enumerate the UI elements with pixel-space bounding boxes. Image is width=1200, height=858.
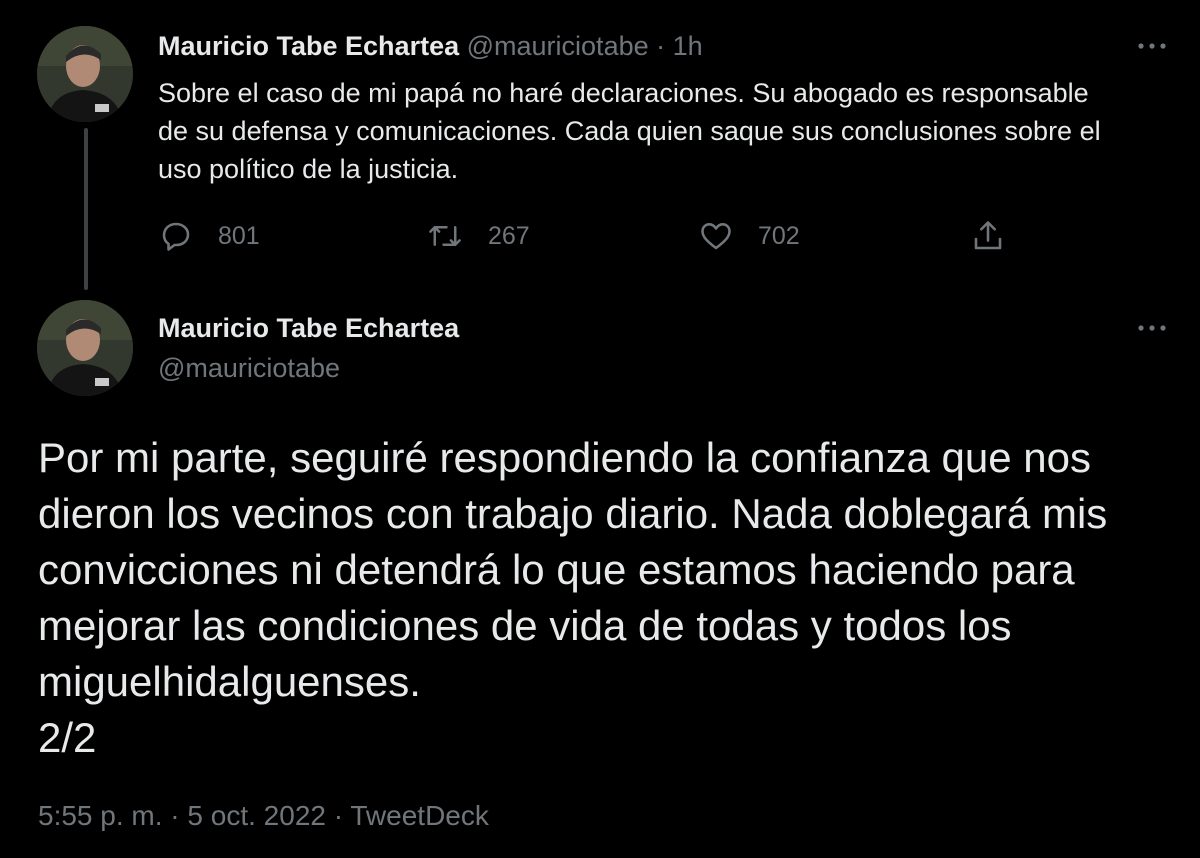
tweet2-text: Por mi parte, seguiré respondiendo la co… [38,430,1178,766]
more-horizontal-icon [1138,325,1166,331]
tweet1-text: Sobre el caso de mi papá no haré declara… [158,78,1101,184]
reply-button[interactable]: 801 [158,214,260,258]
like-count: 702 [758,221,800,250]
tweet-text: Por mi parte, seguiré respondiendo la co… [38,434,1108,705]
tweet-meta: 5:55 p. m. · 5 oct. 2022 · TweetDeck [38,798,489,834]
avatar[interactable] [37,26,133,122]
more-button[interactable] [1132,318,1172,338]
profile-photo [37,26,133,122]
more-horizontal-icon [1138,43,1166,49]
tweet-source[interactable]: TweetDeck [350,800,489,831]
separator-dot: · [333,800,344,831]
retweet-icon [429,225,461,247]
tweet-time[interactable]: 1h [673,31,703,61]
author-name[interactable]: Mauricio Tabe Echartea [158,31,459,61]
share-button[interactable] [970,214,1030,258]
reply-icon [162,222,190,251]
separator-dot: · [170,800,180,831]
separator-dot: · [656,31,666,61]
retweet-count: 267 [488,221,530,250]
heart-icon [701,223,731,250]
reply-count: 801 [218,221,260,250]
tweet-actions: 801 267 702 [158,214,1018,258]
thread-count: 2/2 [38,714,97,761]
profile-photo [37,300,133,396]
more-button[interactable] [1132,36,1172,56]
tweet-date[interactable]: 5 oct. 2022 [187,800,326,831]
retweet-button[interactable]: 267 [426,214,530,258]
author-name[interactable]: Mauricio Tabe Echartea [158,310,459,346]
avatar[interactable] [37,300,133,396]
share-icon [974,221,1002,250]
like-button[interactable]: 702 [698,214,800,258]
author-handle[interactable]: @mauriciotabe [158,350,340,386]
author-handle[interactable]: @mauriciotabe [467,31,649,61]
thread-line [84,128,88,290]
tweet-timestamp[interactable]: 5:55 p. m. [38,800,163,831]
tweet1-header: Mauricio Tabe Echartea @mauriciotabe · 1… [158,28,703,64]
